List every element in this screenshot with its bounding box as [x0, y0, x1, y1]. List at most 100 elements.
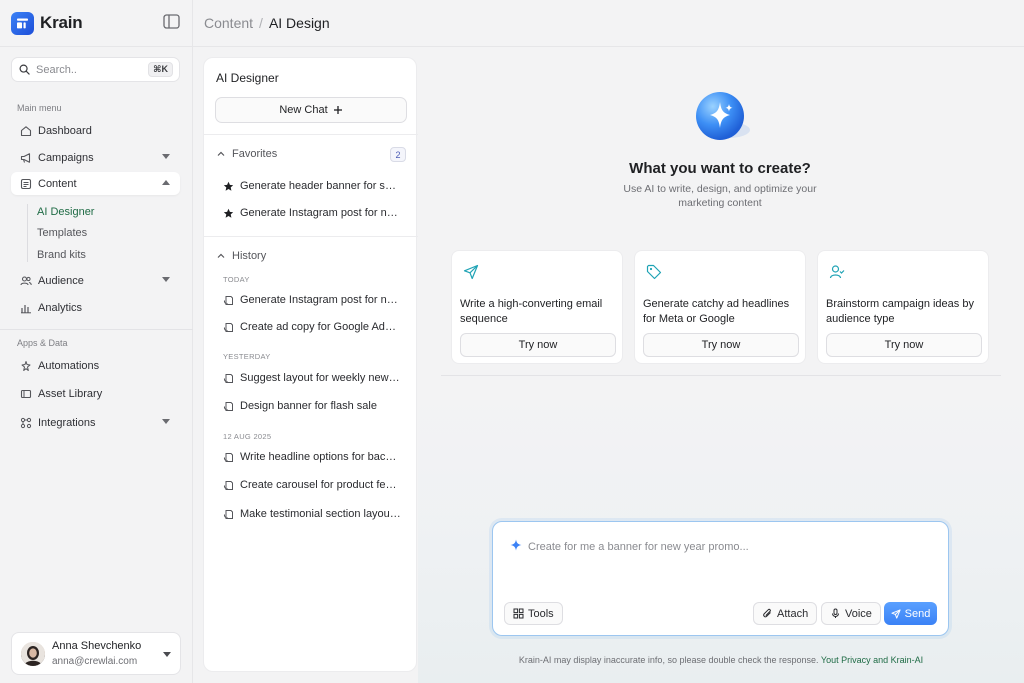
suggestion-card[interactable]: Brainstorm campaign ideas by audience ty… [817, 250, 989, 364]
history-date-label: YESTERDAY [223, 352, 271, 361]
chat-history-icon [223, 401, 233, 411]
try-now-button[interactable]: Try now [643, 333, 799, 357]
sidebar-item-analytics[interactable]: Analytics [11, 296, 180, 319]
chevron-up-icon[interactable] [162, 180, 170, 185]
sidebar-item-asset-library[interactable]: Asset Library [11, 382, 180, 405]
microphone-icon [832, 608, 839, 618]
favorite-item[interactable]: Generate header banner for summer sale [223, 179, 401, 193]
sidebar-item-label: Automations [38, 359, 100, 372]
sidebar-item-label: Dashboard [38, 124, 92, 137]
star-icon [223, 181, 234, 191]
history-item[interactable]: Design banner for flash sale [223, 399, 401, 413]
suggestion-card[interactable]: Generate catchy ad headlines for Meta or… [634, 250, 806, 364]
divider [0, 46, 193, 47]
paper-plane-icon [463, 264, 479, 280]
history-item[interactable]: Suggest layout for weekly newsletter [223, 371, 401, 385]
user-email: anna@crewlai.com [52, 656, 138, 667]
user-check-icon [829, 265, 845, 279]
divider [204, 236, 418, 237]
search-input[interactable]: Search.. ⌘K [11, 57, 180, 82]
submenu-item-brand-kits[interactable]: Brand kits [37, 249, 86, 261]
sidebar-item-audience[interactable]: Audience [11, 269, 180, 292]
chat-history-panel: AI Designer New Chat Favorites 2 Generat… [203, 57, 418, 672]
favorites-header[interactable]: Favorites [217, 147, 277, 161]
sidebar-item-integrations[interactable]: Integrations [11, 411, 180, 434]
sidebar: Krain Search.. ⌘K Main menu Dashboard Ca… [0, 0, 193, 683]
sidebar-item-dashboard[interactable]: Dashboard [11, 119, 180, 142]
apps-data-label: Apps & Data [17, 338, 68, 348]
history-item[interactable]: Generate Instagram post for new product [223, 293, 401, 307]
search-icon [19, 64, 30, 75]
favorite-title: Generate header banner for summer sale [240, 180, 401, 192]
grid-icon [513, 608, 524, 619]
chevron-down-icon[interactable] [162, 154, 170, 159]
chat-history-icon [223, 373, 233, 383]
brand[interactable]: Krain [11, 11, 83, 35]
voice-button[interactable]: Voice [821, 602, 881, 625]
send-icon [891, 608, 901, 619]
chevron-down-icon[interactable] [163, 652, 171, 657]
try-now-button[interactable]: Try now [460, 333, 616, 357]
send-label: Send [904, 607, 931, 620]
history-item[interactable]: Create ad copy for Google Ads - spring [223, 320, 401, 334]
tag-icon [646, 264, 662, 280]
breadcrumb-parent[interactable]: Content [204, 15, 253, 31]
disclaimer-text: Krain-AI may display inaccurate info, so… [518, 655, 819, 665]
send-button[interactable]: Send [884, 602, 937, 625]
new-chat-button[interactable]: New Chat [215, 97, 407, 123]
new-chat-label: New Chat [279, 104, 328, 116]
search-shortcut: ⌘K [148, 62, 173, 77]
submenu-item-ai-designer[interactable]: AI Designer [37, 206, 94, 218]
history-title: Generate Instagram post for new product [240, 294, 401, 306]
attach-label: Attach [777, 607, 809, 620]
home-icon [20, 125, 32, 136]
submenu-item-templates[interactable]: Templates [37, 227, 87, 239]
history-item[interactable]: Make testimonial section layout ideas [223, 507, 401, 521]
chevron-down-icon[interactable] [162, 277, 170, 282]
favorite-item[interactable]: Generate Instagram post for new launch [223, 206, 401, 220]
history-title: Create ad copy for Google Ads - spring [240, 321, 401, 333]
sidebar-item-automations[interactable]: Automations [11, 354, 180, 377]
try-now-button[interactable]: Try now [826, 333, 982, 357]
main-menu-label: Main menu [17, 103, 62, 113]
history-item[interactable]: Write headline options for back-to-schoo… [223, 450, 401, 464]
sidebar-item-campaigns[interactable]: Campaigns [11, 146, 180, 169]
paperclip-icon [763, 608, 771, 618]
integrations-icon [20, 417, 32, 428]
app-name: Krain [40, 13, 83, 32]
history-title: Make testimonial section layout ideas [240, 508, 401, 520]
disclaimer: Krain-AI may display inaccurate info, so… [418, 655, 1024, 665]
user-menu[interactable]: Anna Shevchenko anna@crewlai.com [11, 632, 181, 675]
sidebar-item-label: Analytics [38, 301, 83, 314]
favorites-label: Favorites [232, 148, 278, 160]
history-date-label: TODAY [223, 275, 250, 284]
chevron-down-icon[interactable] [162, 419, 170, 424]
prompt-composer[interactable]: Create for me a banner for new year prom… [492, 521, 949, 636]
tools-button[interactable]: Tools [504, 602, 563, 625]
page-title: AI Design [268, 15, 330, 31]
history-label: History [232, 250, 267, 262]
hero-title: What you want to create? [629, 160, 811, 177]
prompt-input[interactable]: Create for me a banner for new year prom… [528, 541, 749, 553]
plus-icon [333, 106, 342, 114]
suggestion-text: Brainstorm campaign ideas by audience ty… [826, 298, 974, 325]
chat-history-icon [223, 322, 233, 332]
history-header[interactable]: History [217, 249, 266, 263]
sidebar-item-label: Audience [38, 274, 84, 287]
suggestion-card[interactable]: Write a high-converting email sequence T… [451, 250, 623, 364]
user-name: Anna Shevchenko [52, 640, 142, 652]
privacy-link[interactable]: Yout Privacy and Krain-AI [821, 655, 923, 665]
history-item[interactable]: Create carousel for product features [223, 478, 401, 492]
tools-label: Tools [528, 607, 554, 620]
sidebar-toggle-icon[interactable] [163, 14, 180, 29]
attach-button[interactable]: Attach [753, 602, 818, 625]
avatar [21, 642, 45, 666]
chat-history-icon [223, 509, 233, 519]
star-icon [223, 208, 234, 218]
sidebar-item-content[interactable]: Content [11, 172, 180, 195]
suggestion-text: Write a high-converting email sequence [460, 298, 603, 325]
library-icon [20, 389, 32, 398]
krain-logo-icon [11, 11, 34, 35]
voice-label: Voice [845, 607, 872, 620]
chat-history-icon [223, 480, 233, 490]
